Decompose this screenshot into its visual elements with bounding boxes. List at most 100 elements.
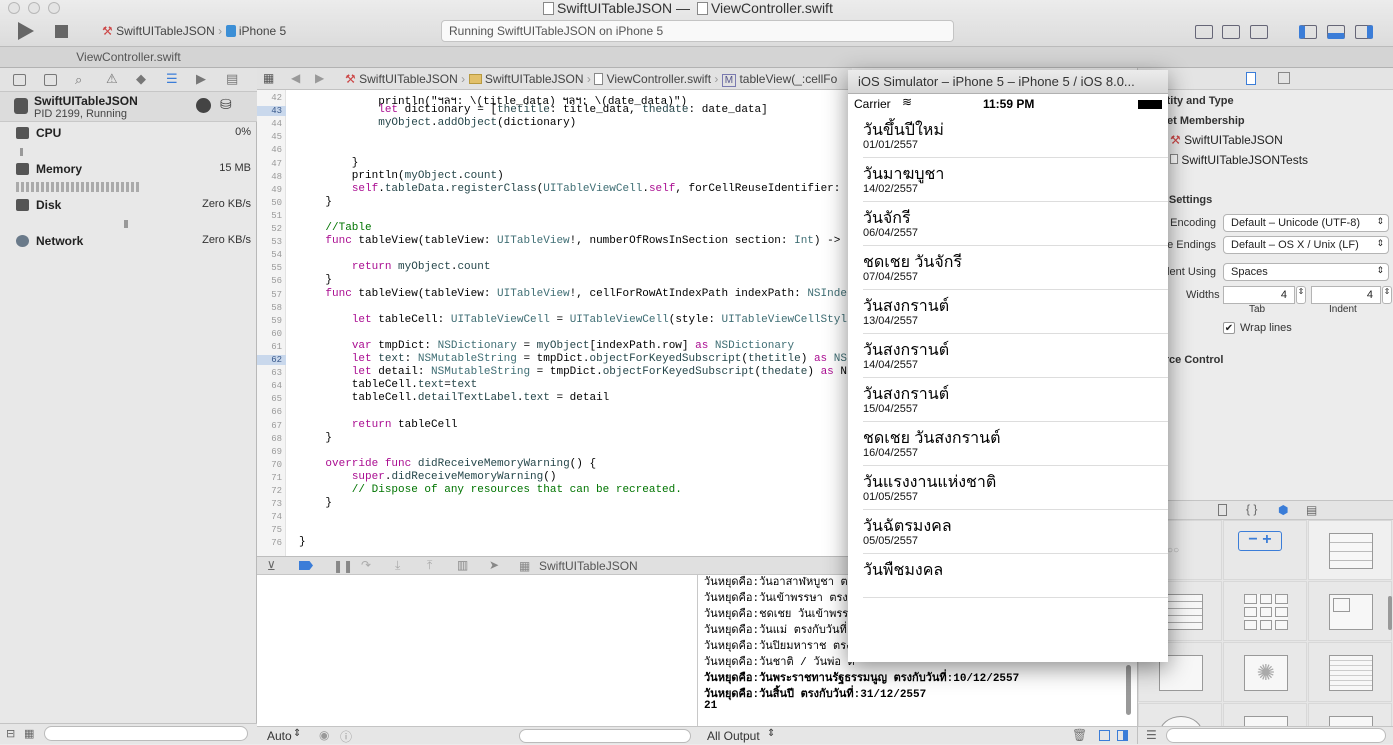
line-number[interactable]: 64	[257, 381, 282, 391]
variables-scope-select[interactable]: Auto	[267, 729, 292, 743]
close-window-button[interactable]	[8, 2, 20, 14]
test-navigator-icon[interactable]: ◆	[136, 71, 146, 87]
gauge-memory[interactable]: Memory 15 MB	[0, 160, 257, 196]
line-number[interactable]: 43	[257, 106, 286, 117]
issue-navigator-icon[interactable]: ⚠	[106, 71, 118, 87]
code-snippet-library-icon[interactable]: { }	[1246, 502, 1257, 516]
variables-view[interactable]	[257, 575, 698, 726]
forward-arrow-icon[interactable]: ▶	[315, 71, 324, 85]
show-variables-icon[interactable]	[1099, 730, 1110, 741]
standard-editor-icon[interactable]	[1195, 25, 1213, 39]
table-cell[interactable]: วันสงกรานต์ 15/04/2557	[863, 378, 1168, 422]
line-number[interactable]: 66	[257, 407, 282, 417]
line-number[interactable]: 45	[257, 132, 282, 142]
line-number[interactable]: 59	[257, 316, 282, 326]
step-out-icon[interactable]: ⤒	[427, 558, 432, 573]
location-icon[interactable]: ➤	[489, 558, 499, 572]
back-arrow-icon[interactable]: ◀	[291, 71, 300, 85]
memory-report-icon[interactable]: ⛁	[220, 96, 232, 113]
table-cell[interactable]: วันฉัตรมงคล 05/05/2557	[863, 510, 1168, 554]
hide-idle-icon[interactable]: ⊟	[6, 727, 15, 740]
library-item-image-view[interactable]: ✺	[1223, 642, 1307, 702]
line-number[interactable]: 74	[257, 512, 282, 522]
line-number[interactable]: 55	[257, 263, 282, 273]
breadcrumb-project[interactable]: SwiftUITableJSON	[359, 72, 458, 86]
library-filter-field[interactable]	[1166, 728, 1386, 743]
table-cell[interactable]: วันแรงงานแห่งชาติ 01/05/2557	[863, 466, 1168, 510]
assistant-editor-icon[interactable]	[1222, 25, 1240, 39]
source-editor[interactable]: 42 43 44 45 46 47 48 49 50 51 52 53 54 55 56 57 58 59 60 61…	[257, 90, 849, 556]
quick-help-icon[interactable]	[1278, 72, 1290, 84]
log-navigator-icon[interactable]: ▤	[226, 71, 238, 87]
library-item-table-view[interactable]	[1308, 520, 1392, 580]
line-number[interactable]: 42	[257, 93, 282, 103]
table-view[interactable]: วันขึ้นปีใหม่ 01/01/2557 วันมาฆบูชา 14/02/2…	[848, 114, 1168, 662]
tab-viewcontroller[interactable]: ViewController.swift	[0, 50, 257, 64]
line-number[interactable]: 71	[257, 473, 282, 483]
line-number[interactable]: 63	[257, 368, 282, 378]
quick-look-icon[interactable]: ◉	[319, 728, 329, 742]
hide-debug-area-icon[interactable]: ⊻	[267, 559, 276, 573]
debug-area-toggle-icon[interactable]	[1327, 25, 1345, 39]
table-cell[interactable]: วันสงกรานต์ 13/04/2557	[863, 290, 1168, 334]
library-item-collection-cell[interactable]	[1308, 581, 1392, 641]
table-cell[interactable]: วันขึ้นปีใหม่ 01/01/2557	[863, 114, 1168, 158]
line-number[interactable]: 54	[257, 250, 282, 260]
print-description-icon[interactable]: ⓘ	[340, 728, 352, 745]
line-number[interactable]: 50	[257, 198, 282, 208]
line-number[interactable]: 62	[257, 355, 286, 365]
line-number[interactable]: 47	[257, 159, 282, 169]
text-encoding-select[interactable]: Default – Unicode (UTF-8) ⇕	[1223, 214, 1389, 232]
step-over-icon[interactable]: ↷	[361, 558, 371, 572]
library-item-text-view[interactable]	[1308, 642, 1392, 702]
wrap-lines-checkbox[interactable]: ✔	[1223, 322, 1235, 334]
gauge-options-icon[interactable]	[196, 98, 211, 113]
indent-using-select[interactable]: Spaces ⇕	[1223, 263, 1389, 281]
filter-field[interactable]	[44, 726, 248, 741]
breadcrumb-group[interactable]: SwiftUITableJSON	[485, 72, 584, 86]
table-cell[interactable]: วันมาฆบูชา 14/02/2557	[863, 158, 1168, 202]
gauge-network[interactable]: Network Zero KB/s	[0, 232, 257, 268]
line-number[interactable]: 70	[257, 460, 282, 470]
symbol-navigator-icon[interactable]	[44, 74, 57, 86]
line-number-gutter[interactable]: 42 43 44 45 46 47 48 49 50 51 52 53 54 55 56 57 58 59 60 61…	[257, 90, 286, 556]
object-library-icon[interactable]: ⬢	[1278, 503, 1288, 517]
line-endings-select[interactable]: Default – OS X / Unix (LF) ⇕	[1223, 236, 1389, 254]
library-scrollbar[interactable]	[1388, 596, 1392, 630]
target-item-tests[interactable]: SwiftUITableJSONTests	[1170, 153, 1308, 167]
gauge-disk[interactable]: Disk Zero KB/s	[0, 196, 257, 232]
table-cell[interactable]: ชดเชย วันจักรี 07/04/2557	[863, 246, 1168, 290]
line-number[interactable]: 49	[257, 185, 282, 195]
library-item-collection-view[interactable]	[1223, 581, 1307, 641]
gauge-cpu[interactable]: CPU 0%	[0, 124, 257, 160]
scheme-selector[interactable]: ⚒ SwiftUITableJSON › iPhone 5	[102, 24, 286, 38]
line-number[interactable]: 65	[257, 394, 282, 404]
target-item-app[interactable]: ⚒ SwiftUITableJSON	[1170, 133, 1283, 147]
table-cell[interactable]: วันพืชมงคล	[863, 554, 1168, 598]
line-number[interactable]: 60	[257, 329, 282, 339]
library-item-stepper[interactable]: − +	[1223, 520, 1307, 580]
tab-width-stepper[interactable]: ⇕	[1296, 286, 1306, 304]
run-button[interactable]	[18, 22, 34, 40]
file-inspector-icon[interactable]	[1246, 72, 1256, 85]
list-view-icon[interactable]: ☰	[1146, 728, 1157, 742]
pause-icon[interactable]: ❚❚	[333, 559, 353, 573]
line-number[interactable]: 75	[257, 525, 282, 535]
line-number[interactable]: 58	[257, 303, 282, 313]
project-navigator-icon[interactable]	[13, 74, 26, 86]
line-number[interactable]: 52	[257, 224, 282, 234]
console-output-select[interactable]: All Output	[707, 729, 760, 743]
media-library-icon[interactable]: ▤	[1306, 503, 1317, 517]
line-number[interactable]: 51	[257, 211, 282, 221]
table-cell[interactable]: ชดเชย วันสงกรานต์ 16/04/2557	[863, 422, 1168, 466]
related-items-icon[interactable]: ▦	[263, 71, 274, 85]
view-hierarchy-icon[interactable]: ▥	[457, 558, 468, 572]
utilities-toggle-icon[interactable]	[1355, 25, 1373, 39]
line-number[interactable]: 61	[257, 342, 282, 352]
minimize-window-button[interactable]	[28, 2, 40, 14]
line-number[interactable]: 44	[257, 119, 282, 129]
version-editor-icon[interactable]	[1250, 25, 1268, 39]
zoom-window-button[interactable]	[48, 2, 60, 14]
line-number[interactable]: 53	[257, 237, 282, 247]
clear-console-icon[interactable]: 🗑	[1072, 728, 1087, 742]
